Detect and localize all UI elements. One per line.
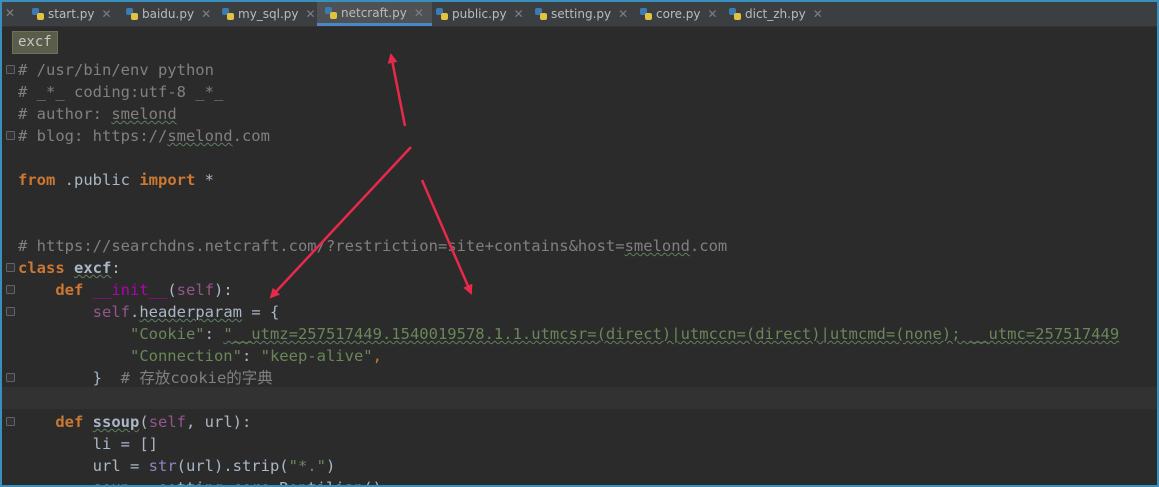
tab-my-sql[interactable]: my_sql.py ✕: [222, 2, 316, 26]
close-icon[interactable]: ✕: [5, 6, 15, 20]
code-line: url = str(url).strip("*."): [18, 457, 336, 475]
tab-setting[interactable]: setting.py ✕: [535, 2, 628, 26]
code-line: # https://searchdns.netcraft.com/?restri…: [18, 237, 728, 255]
code-line: # blog: https://smelond.com: [18, 127, 270, 145]
code-line: # /usr/bin/env python: [18, 61, 214, 79]
code-line: # _*_ coding:utf-8 _*_: [18, 83, 224, 101]
fold-marker-icon[interactable]: [6, 263, 15, 272]
python-file-icon: [126, 8, 138, 20]
fold-marker-icon[interactable]: [6, 285, 15, 294]
tab-close-icon[interactable]: ✕: [813, 7, 823, 21]
tab-label: setting.py: [551, 7, 612, 21]
code-line: "Cookie": "__utmz=257517449.1540019578.1…: [129, 325, 1120, 343]
tab-label: netcraft.py: [341, 5, 407, 20]
fold-marker-icon[interactable]: [6, 417, 15, 426]
tab-core[interactable]: core.py ✕: [640, 2, 718, 26]
code-line: def __init__(self):: [55, 281, 233, 299]
code-editor[interactable]: # /usr/bin/env python # _*_ coding:utf-8…: [2, 57, 1157, 485]
tab-close-icon[interactable]: ✕: [201, 7, 211, 21]
tab-label: public.py: [452, 7, 507, 21]
tab-close-icon[interactable]: ✕: [306, 7, 316, 21]
current-line-highlight: [2, 387, 1157, 409]
python-file-icon: [436, 8, 448, 20]
code-line: "Connection": "keep-alive",: [129, 347, 382, 365]
tab-public[interactable]: public.py ✕: [436, 2, 524, 26]
code-line: self.headerparam = {: [92, 303, 280, 321]
editor-window: ✕ start.py ✕ baidu.py ✕ my_sql.py ✕ netc…: [0, 0, 1159, 487]
tab-close-icon[interactable]: ✕: [101, 7, 111, 21]
search-input[interactable]: excf: [12, 31, 58, 54]
tab-close-icon[interactable]: ✕: [708, 7, 718, 21]
fold-marker-icon[interactable]: [6, 307, 15, 316]
tab-netcraft[interactable]: netcraft.py ✕: [317, 2, 432, 26]
tab-label: my_sql.py: [238, 7, 299, 21]
tab-bar: ✕ start.py ✕ baidu.py ✕ my_sql.py ✕ netc…: [2, 2, 1157, 27]
code-line: soup = setting.core.Reptilian(): [18, 477, 382, 485]
fold-marker-icon[interactable]: [6, 65, 15, 74]
code-line: } # 存放cookie的字典: [18, 369, 273, 387]
code-line: from .public import *: [18, 171, 214, 189]
tab-close-icon[interactable]: ✕: [514, 7, 524, 21]
tab-close-icon[interactable]: ✕: [618, 7, 628, 21]
tab-label: start.py: [48, 7, 95, 21]
python-file-icon: [729, 8, 741, 20]
tab-baidu[interactable]: baidu.py ✕: [126, 2, 211, 26]
code-line: def ssoup(self, url):: [55, 413, 252, 431]
python-file-icon: [535, 8, 547, 20]
tab-label: core.py: [656, 7, 701, 21]
tab-start[interactable]: start.py ✕: [32, 2, 112, 26]
python-file-icon: [640, 8, 652, 20]
code-line: class excf:: [18, 259, 121, 277]
fold-marker-icon[interactable]: [6, 373, 15, 382]
code-line: # author: smelond: [18, 105, 177, 123]
python-file-icon: [325, 6, 337, 19]
fold-marker-icon[interactable]: [6, 131, 15, 140]
python-file-icon: [222, 8, 234, 20]
tab-label: baidu.py: [142, 7, 195, 21]
code-line: li = []: [18, 435, 158, 453]
tab-dict-zh[interactable]: dict_zh.py ✕: [729, 2, 823, 26]
tab-label: dict_zh.py: [745, 7, 806, 21]
search-bar: excf: [2, 27, 1157, 57]
python-file-icon: [32, 8, 44, 20]
tab-close-icon[interactable]: ✕: [414, 6, 424, 20]
